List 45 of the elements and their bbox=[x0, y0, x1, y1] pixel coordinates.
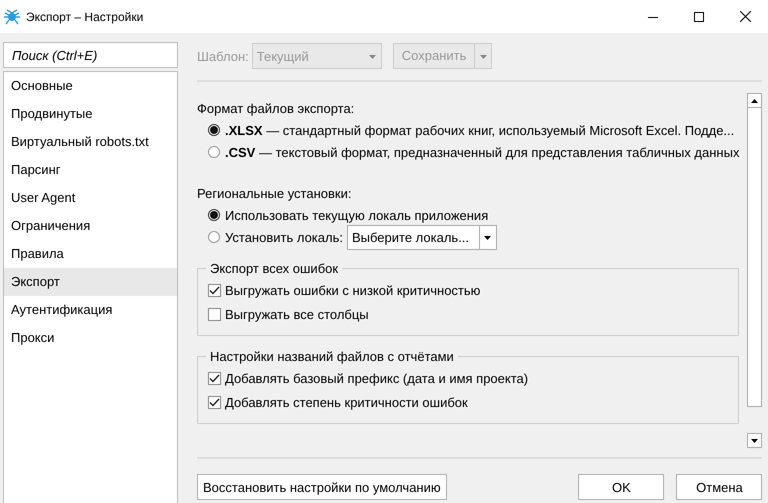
sidebar-item[interactable]: Продвинутые bbox=[4, 100, 177, 128]
radio-button[interactable] bbox=[208, 231, 220, 243]
checkbox[interactable] bbox=[208, 308, 221, 320]
search-field[interactable]: Поиск (Ctrl+E) bbox=[3, 42, 178, 68]
checkbox[interactable] bbox=[208, 284, 221, 296]
option-label: Установить локаль: bbox=[225, 230, 343, 244]
close-icon bbox=[740, 11, 750, 22]
checkbox[interactable] bbox=[208, 372, 221, 384]
locale-dropdown[interactable]: Выберите локаль... bbox=[346, 224, 497, 250]
spider-icon bbox=[4, 8, 20, 24]
radio-button[interactable] bbox=[208, 124, 220, 136]
caret-icon bbox=[369, 55, 376, 59]
sidebar-item[interactable]: Экспорт bbox=[4, 268, 177, 296]
radio-button[interactable] bbox=[208, 209, 220, 221]
sidebar-item[interactable]: Парсинг bbox=[4, 156, 177, 184]
radio-button[interactable] bbox=[208, 146, 220, 158]
option-label: .CSV — текстовый формат, предназначенный для представления табличных данных bbox=[225, 144, 740, 160]
section-label: Формат файлов экспорта: bbox=[197, 100, 356, 118]
ok-button[interactable]: OK bbox=[578, 474, 664, 500]
group-title: Настройки названий файлов с отчётами bbox=[206, 348, 458, 365]
sidebar-item[interactable]: Основные bbox=[4, 72, 177, 100]
sidebar-item[interactable]: Виртуальный robots.txt bbox=[4, 128, 177, 156]
window-title: Экспорт – Настройки bbox=[26, 10, 144, 24]
checkbox[interactable] bbox=[208, 396, 221, 408]
scrollbar[interactable] bbox=[747, 93, 762, 448]
cancel-button[interactable]: Отмена bbox=[676, 474, 762, 500]
checkbox-label: Выгружать ошибки с низкой критичностью bbox=[225, 282, 480, 298]
option-label: .XLSX — стандартный формат рабочих книг, используемый Microsoft Excel. Подде... bbox=[225, 122, 734, 138]
sidebar-item[interactable]: User Agent bbox=[4, 184, 177, 212]
checkbox-label: Добавлять степень критичности ошибок bbox=[225, 394, 468, 410]
sidebar-item[interactable]: Правила bbox=[4, 240, 177, 268]
section-label: Региональные установки: bbox=[197, 185, 352, 203]
option-label: Использовать текущую локаль приложения bbox=[225, 208, 488, 222]
caret-icon bbox=[484, 236, 492, 240]
reset-button[interactable]: Восстановить настройки по умолчанию bbox=[197, 474, 447, 500]
template-label: Шаблон: bbox=[197, 48, 249, 64]
sidebar-item[interactable]: Прокси bbox=[4, 324, 177, 352]
caret-icon bbox=[480, 55, 487, 59]
scroll-down-icon[interactable] bbox=[751, 438, 758, 442]
sidebar-item[interactable]: Ограничения bbox=[4, 212, 177, 240]
maximize-icon bbox=[694, 12, 704, 22]
scroll-up-icon[interactable] bbox=[751, 98, 758, 102]
sidebar-item[interactable]: Аутентификация bbox=[4, 296, 177, 324]
checkbox-label: Выгружать все столбцы bbox=[225, 306, 369, 322]
checkbox-label: Добавлять базовый префикс (дата и имя проекта) bbox=[225, 370, 528, 386]
